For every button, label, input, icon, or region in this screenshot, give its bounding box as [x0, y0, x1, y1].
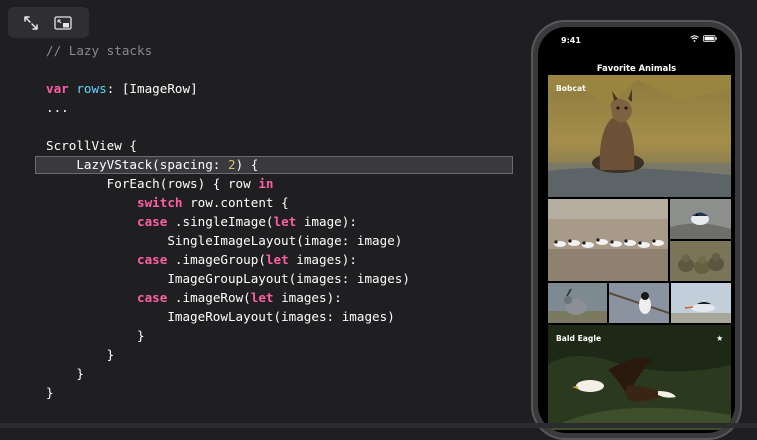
shorebirds-photo — [548, 199, 668, 281]
image-row-item-1[interactable] — [548, 283, 607, 323]
image-group-small-bottom[interactable] — [670, 241, 731, 281]
code-line: var rows: [ImageRow] — [46, 81, 198, 96]
code-line: ... — [46, 100, 69, 115]
tile-label-bobcat: Bobcat — [556, 84, 586, 93]
code-line: } — [46, 347, 115, 362]
image-group-small-top[interactable] — [670, 199, 731, 239]
code-line: } — [46, 366, 84, 381]
ducklings-photo — [670, 241, 731, 281]
code-line: SingleImageLayout(image: image) — [46, 233, 403, 248]
phone-notch — [583, 27, 690, 46]
code-line: ScrollView { — [46, 138, 137, 153]
code-line: case .imageGroup(let images): — [137, 252, 357, 267]
code-line: ForEach(rows) { row in — [46, 176, 274, 191]
code-line: switch row.content { — [137, 195, 289, 210]
code-line: } — [46, 328, 145, 343]
bottom-bar — [0, 423, 757, 428]
small-bird-photo — [670, 199, 731, 239]
battery-icon — [703, 35, 717, 42]
wifi-icon — [690, 35, 699, 42]
expand-arrows-icon[interactable] — [22, 14, 40, 32]
code-line: LazyVStack(spacing: 2) { — [46, 157, 259, 172]
code-line: // Lazy stacks — [46, 43, 153, 58]
favorite-star-icon[interactable]: ★ — [716, 331, 723, 344]
nav-title: Favorite Animals — [596, 63, 677, 73]
code-line: } — [46, 385, 54, 400]
chickadee-photo — [609, 283, 669, 323]
phone-screen: 9:41 Favorite Animals Bobcat Bald Eagle … — [538, 27, 735, 433]
single-image-tile-favorite[interactable]: Bald Eagle ★ — [548, 325, 731, 430]
quail-photo — [548, 283, 607, 323]
picture-in-picture-icon[interactable] — [54, 14, 72, 32]
image-row-item-2[interactable] — [609, 283, 669, 323]
iphone-frame: 9:41 Favorite Animals Bobcat Bald Eagle … — [531, 20, 742, 440]
code-line: ImageGroupLayout(images: images) — [46, 271, 410, 286]
image-group-large[interactable] — [548, 199, 668, 281]
image-row-item-3[interactable] — [671, 283, 731, 323]
code-line: case .singleImage(let image): — [137, 214, 357, 229]
code-line: ImageRowLayout(images: images) — [46, 309, 395, 324]
video-controls — [8, 7, 89, 38]
tern-photo — [671, 283, 731, 323]
bobcat-photo — [548, 75, 731, 197]
code-listing: // Lazy stacks var rows: [ImageRow]... Scr… — [46, 41, 410, 402]
code-line: case .imageRow(let images): — [137, 290, 342, 305]
single-image-tile[interactable]: Bobcat — [548, 75, 731, 197]
tile-label-bald-eagle: Bald Eagle — [556, 334, 602, 343]
status-time: 9:41 — [561, 36, 581, 45]
video-stage: // Lazy stacks var rows: [ImageRow]... Scr… — [0, 0, 757, 440]
